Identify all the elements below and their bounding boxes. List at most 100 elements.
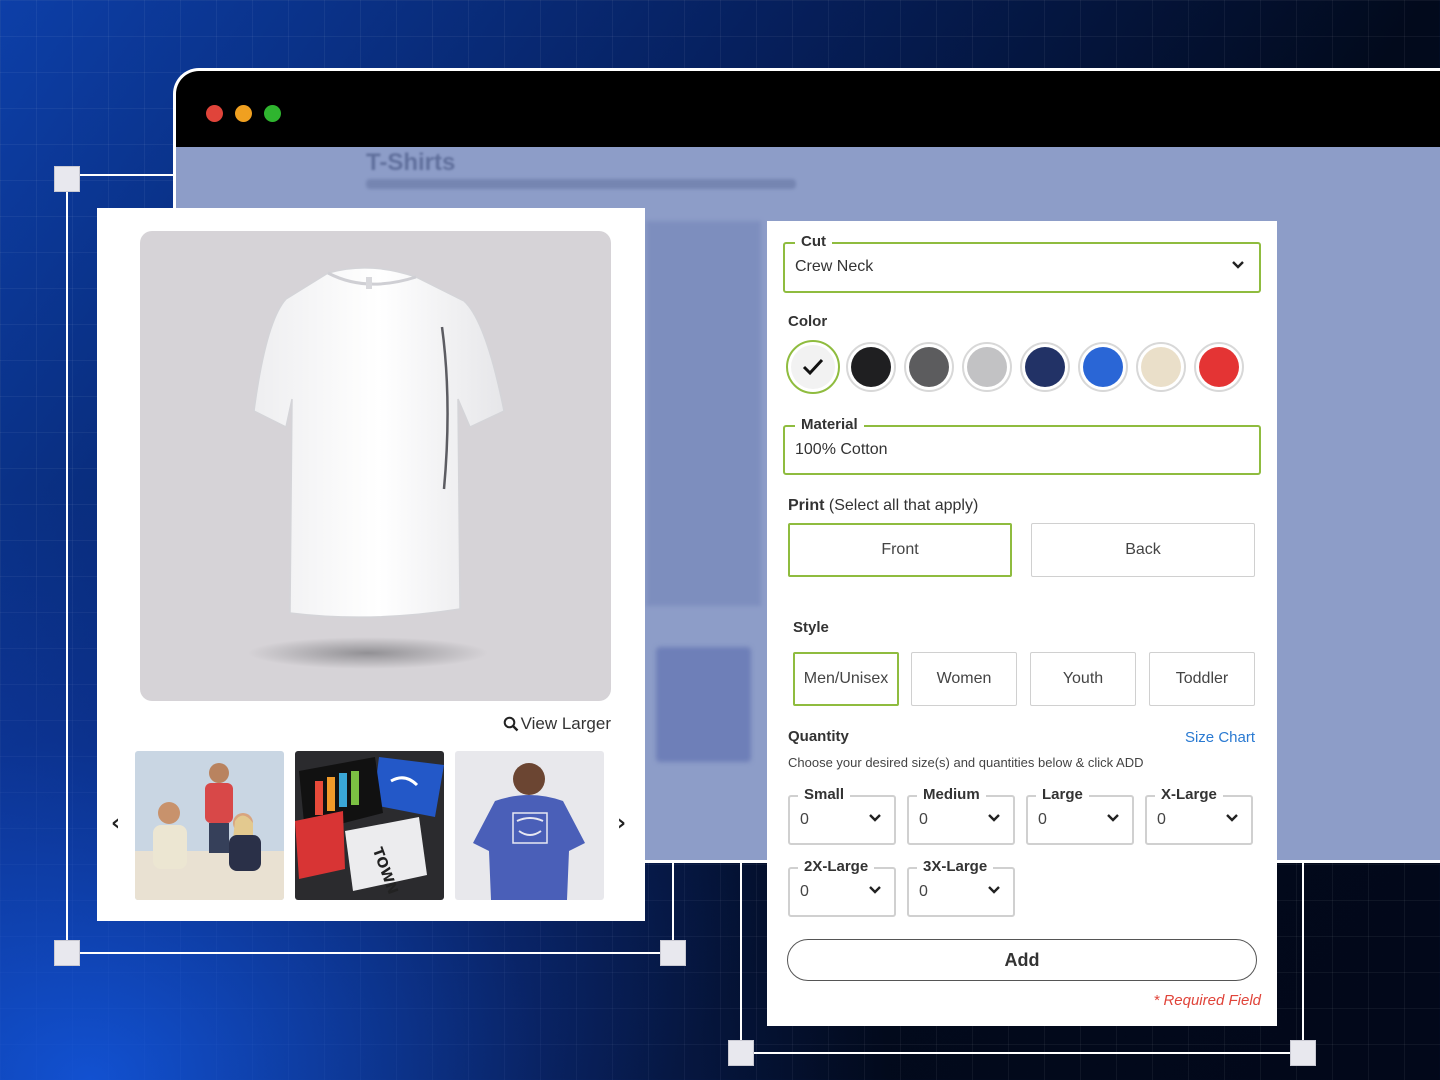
size-label: 3X-Large — [917, 858, 994, 875]
color-swatch[interactable] — [1136, 342, 1186, 392]
print-label: Print — [788, 497, 825, 514]
window-controls — [206, 105, 281, 122]
required-field-note: * Required Field — [1153, 992, 1261, 1009]
color-swatch[interactable] — [1020, 342, 1070, 392]
view-larger-link[interactable]: View Larger — [503, 714, 611, 734]
color-swatch-fill — [909, 347, 949, 387]
color-swatch-fill — [1025, 347, 1065, 387]
frame-line-top-left — [66, 174, 174, 176]
color-swatch[interactable] — [1078, 342, 1128, 392]
resize-handle-bottom-mid[interactable] — [660, 940, 686, 966]
color-swatch-fill — [1083, 347, 1123, 387]
style-option-label: Women — [936, 670, 992, 687]
size-2xlarge-select[interactable]: 2X-Large 0 — [788, 858, 896, 917]
view-larger-label: View Larger — [520, 714, 611, 733]
color-swatch-fill — [1141, 347, 1181, 387]
chevron-down-icon — [988, 814, 1000, 822]
chevron-down-icon — [869, 814, 881, 822]
chevron-down-icon — [869, 886, 881, 894]
chevron-right-icon[interactable]: › — [617, 811, 626, 836]
print-front-label: Front — [881, 541, 919, 558]
cut-value: Crew Neck — [795, 258, 874, 275]
print-hint: (Select all that apply) — [828, 497, 979, 514]
magnifier-icon — [503, 716, 518, 732]
style-option-label: Men/Unisex — [803, 670, 889, 687]
size-quantity-value: 0 — [800, 883, 809, 900]
color-swatch[interactable] — [786, 340, 840, 394]
size-xlarge-select[interactable]: X-Large 0 — [1145, 786, 1253, 845]
style-label: Style — [793, 619, 829, 636]
style-women-button[interactable]: Women — [911, 652, 1017, 706]
style-toddler-button[interactable]: Toddler — [1149, 652, 1255, 706]
chevron-down-icon — [1232, 261, 1244, 269]
page-subtitle-placeholder — [366, 179, 796, 189]
frame-line-bottom-right — [740, 1052, 1303, 1054]
quantity-label: Quantity — [788, 728, 849, 745]
print-front-button[interactable]: Front — [788, 523, 1012, 577]
color-swatch-fill — [1199, 347, 1239, 387]
material-value: 100% Cotton — [795, 441, 888, 458]
size-chart-link[interactable]: Size Chart — [1185, 729, 1255, 746]
product-gallery-card: View Larger ‹ TOWN › — [97, 208, 645, 921]
size-quantity-value: 0 — [919, 811, 928, 828]
size-quantity-value: 0 — [1157, 811, 1166, 828]
size-quantity-value: 0 — [800, 811, 809, 828]
size-large-select[interactable]: Large 0 — [1026, 786, 1134, 845]
ghost-product-panel — [646, 221, 761, 606]
color-swatch-fill — [967, 347, 1007, 387]
resize-handle-bottom-left[interactable] — [54, 940, 80, 966]
size-small-select[interactable]: Small 0 — [788, 786, 896, 845]
resize-handle-top-left[interactable] — [54, 166, 80, 192]
material-field[interactable]: Material 100% Cotton — [783, 416, 1261, 475]
chevron-left-icon[interactable]: ‹ — [111, 811, 120, 836]
maximize-dot[interactable] — [264, 105, 281, 122]
print-back-label: Back — [1125, 541, 1161, 558]
frame-line-left — [66, 180, 68, 952]
size-label: Large — [1036, 786, 1089, 803]
folded-shirts-photo: TOWN — [295, 751, 444, 900]
size-label: 2X-Large — [798, 858, 875, 875]
resize-handle-bottom-right-a[interactable] — [728, 1040, 754, 1066]
print-back-button[interactable]: Back — [1031, 523, 1255, 577]
chevron-down-icon — [1107, 814, 1119, 822]
man-blue-shirt-photo — [455, 751, 604, 900]
chevron-down-icon — [1226, 814, 1238, 822]
frame-line-right-a — [740, 862, 742, 1052]
frame-line-right-b — [1302, 862, 1304, 1052]
material-label: Material — [795, 416, 864, 433]
thumbnail-2[interactable]: TOWN — [295, 751, 444, 900]
checkmark-icon — [802, 358, 824, 376]
add-button-label: Add — [1004, 949, 1040, 970]
resize-handle-bottom-right-b[interactable] — [1290, 1040, 1316, 1066]
cut-select[interactable]: Cut Crew Neck — [783, 233, 1261, 293]
thumbnail-1[interactable] — [135, 751, 284, 900]
thumbnail-3[interactable] — [455, 751, 604, 900]
minimize-dot[interactable] — [235, 105, 252, 122]
add-button[interactable]: Add — [787, 939, 1257, 981]
color-label: Color — [788, 313, 828, 330]
color-swatch-fill — [851, 347, 891, 387]
size-quantity-value: 0 — [1038, 811, 1047, 828]
page-title: T-Shirts — [366, 149, 456, 176]
color-swatch[interactable] — [904, 342, 954, 392]
size-label: Small — [798, 786, 851, 803]
style-men-unisex-button[interactable]: Men/Unisex — [793, 652, 899, 706]
print-heading: Print (Select all that apply) — [788, 497, 978, 515]
size-label: X-Large — [1155, 786, 1223, 803]
size-label: Medium — [917, 786, 986, 803]
ghost-thumbnail — [656, 647, 751, 762]
cut-label: Cut — [795, 233, 832, 250]
size-medium-select[interactable]: Medium 0 — [907, 786, 1015, 845]
frame-line-mid — [672, 862, 674, 952]
frame-line-bottom-left — [66, 952, 674, 954]
color-swatch[interactable] — [1194, 342, 1244, 392]
color-swatch[interactable] — [962, 342, 1012, 392]
close-dot[interactable] — [206, 105, 223, 122]
chevron-down-icon — [988, 886, 1000, 894]
quantity-instructions: Choose your desired size(s) and quantiti… — [788, 755, 1144, 770]
color-swatch[interactable] — [846, 342, 896, 392]
product-main-image[interactable] — [140, 231, 611, 701]
size-3xlarge-select[interactable]: 3X-Large 0 — [907, 858, 1015, 917]
style-youth-button[interactable]: Youth — [1030, 652, 1136, 706]
style-option-label: Toddler — [1175, 670, 1229, 687]
